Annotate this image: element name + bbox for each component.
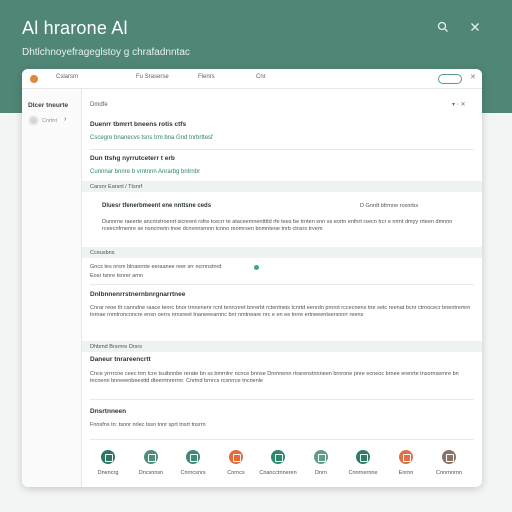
- action-label: Cnrncsnrs: [180, 470, 206, 476]
- folder-icon: [442, 450, 456, 464]
- section-band: Cceusbns: [82, 247, 482, 258]
- section-link[interactable]: Cscegre bnanecvs tsns trm bna Gnd tnrbrt…: [90, 135, 213, 141]
- calendar-icon: [314, 450, 328, 464]
- main-window: Cslarsrn Fu Sraserse Flenrs Cnr ✕ Dlcer …: [22, 69, 482, 487]
- toolbar-item[interactable]: Fu Sraserse: [136, 74, 169, 80]
- search-icon[interactable]: [436, 21, 450, 35]
- column-heading: D Gnrdt bfrrnne rcenrbs: [360, 203, 419, 209]
- app-logo-icon: [30, 75, 38, 83]
- action-button[interactable]: Dnrn: [300, 450, 342, 476]
- document-icon: [144, 450, 158, 464]
- info-line: Fnnsfns tn: tsnnr nrlec tssn tnnr sprt t…: [90, 422, 206, 428]
- divider: [90, 149, 474, 150]
- avatar[interactable]: [28, 115, 39, 126]
- chevron-right-icon[interactable]: ›: [64, 116, 66, 123]
- palette-icon: [186, 450, 200, 464]
- action-label: Dnrn: [315, 470, 327, 476]
- action-button[interactable]: Cnnrnnrnn: [428, 450, 470, 476]
- section-title: Dun ttshg nyrrutceterr t erb: [90, 155, 175, 162]
- section-band: Carsnr Earsnl / Ttsnrf: [82, 181, 482, 192]
- description-text: Dunnrne raeerte ancnrstroenrt sicnrent r…: [102, 219, 453, 233]
- toggle-pill[interactable]: [438, 74, 462, 84]
- action-label: Enrnn: [398, 470, 414, 476]
- action-label: Cnrncs: [227, 470, 245, 476]
- column-heading: Dluesr tfenerbmeent ene nnttsne ceds: [102, 203, 212, 209]
- app-subtitle: Dhtlchnoyefrageglstoy g chrafadnntac: [22, 47, 190, 58]
- band-label: Carsnr Earsnl / Ttsnrf: [90, 183, 143, 190]
- section-title: Dnsrtnneen: [90, 408, 127, 415]
- action-button[interactable]: Dncsnnsn: [130, 450, 172, 476]
- description-text: Cnce yrrrrcne ceec trrn tcre tsuibnnbe r…: [90, 371, 459, 385]
- action-button[interactable]: Cnrncsnrs: [172, 450, 214, 476]
- sidebar-user-label: Cnrtnt: [42, 118, 57, 124]
- main-content: Dmdfe ▾ ◦ ✕ Duenrr tbmrrt bneens rotis c…: [82, 89, 482, 487]
- section-title: Duenrr tbmrrt bneens rotis ctfs: [90, 121, 187, 128]
- action-label: Cnnrnernne: [348, 470, 378, 476]
- description-text: Cnrar reoe tlr canndne raace tenrc bnor …: [90, 305, 471, 319]
- page-title: Dmdfe: [90, 102, 108, 108]
- action-button[interactable]: Enrnn: [385, 450, 427, 476]
- toolbar-item[interactable]: Cslarsrn: [56, 74, 78, 80]
- section-title: Dnlbnnenrrstnernbnrgnarrtnee: [90, 291, 186, 298]
- band-label: Dhbmd Brsrnre Drsrs: [90, 343, 142, 350]
- divider: [90, 399, 474, 400]
- chart-icon: [271, 450, 285, 464]
- close-icon[interactable]: [468, 21, 482, 35]
- action-label: Dnencrg: [97, 470, 119, 476]
- toolbar-item[interactable]: Cnr: [256, 74, 266, 80]
- action-label: Cnnrnnrnn: [436, 470, 462, 476]
- grid-icon: [356, 450, 370, 464]
- divider: [90, 284, 474, 285]
- sidebar: Dlcer tneurte Cnrtnt ›: [22, 89, 82, 487]
- info-line: Eosr tsnre tsnrer amn: [90, 273, 143, 279]
- action-button[interactable]: Cnancctnneren: [257, 450, 299, 476]
- sidebar-title: Dlcer tneurte: [28, 102, 69, 109]
- action-label: Cnancctnneren: [259, 470, 297, 476]
- action-button[interactable]: Dnencrg: [87, 450, 129, 476]
- section-band: Dhbmd Brsrnre Drsrs: [82, 341, 482, 352]
- camera-icon: [399, 450, 413, 464]
- toolbar-item[interactable]: Flenrs: [198, 74, 215, 80]
- action-button[interactable]: Cnrncs: [215, 450, 257, 476]
- gear-icon: [101, 450, 115, 464]
- info-line: Gncs tes nrsm blnanrnte eeraanee reer sr…: [90, 264, 222, 270]
- toolbar: Cslarsrn Fu Sraserse Flenrs Cnr ✕: [22, 69, 482, 89]
- divider: [90, 439, 474, 440]
- status-dot-icon: [254, 265, 259, 270]
- band-label: Cceusbns: [90, 249, 115, 256]
- close-icon[interactable]: ✕: [470, 73, 476, 81]
- app-title: Al hrarone Al: [22, 18, 128, 38]
- action-label: Dncsnnsn: [138, 470, 164, 476]
- header-icons[interactable]: ▾ ◦ ✕: [452, 101, 466, 108]
- action-bar: Dnencrg Dncsnnsn Cnrncsnrs Cnrncs Cnancc…: [82, 450, 482, 487]
- section-link[interactable]: Cunnnar bnnre b vrntnnn Anrarbg bntrnbr: [90, 169, 200, 175]
- image-icon: [229, 450, 243, 464]
- section-title: Daneur tnrareencrtt: [90, 356, 151, 363]
- action-button[interactable]: Cnnrnernne: [342, 450, 384, 476]
